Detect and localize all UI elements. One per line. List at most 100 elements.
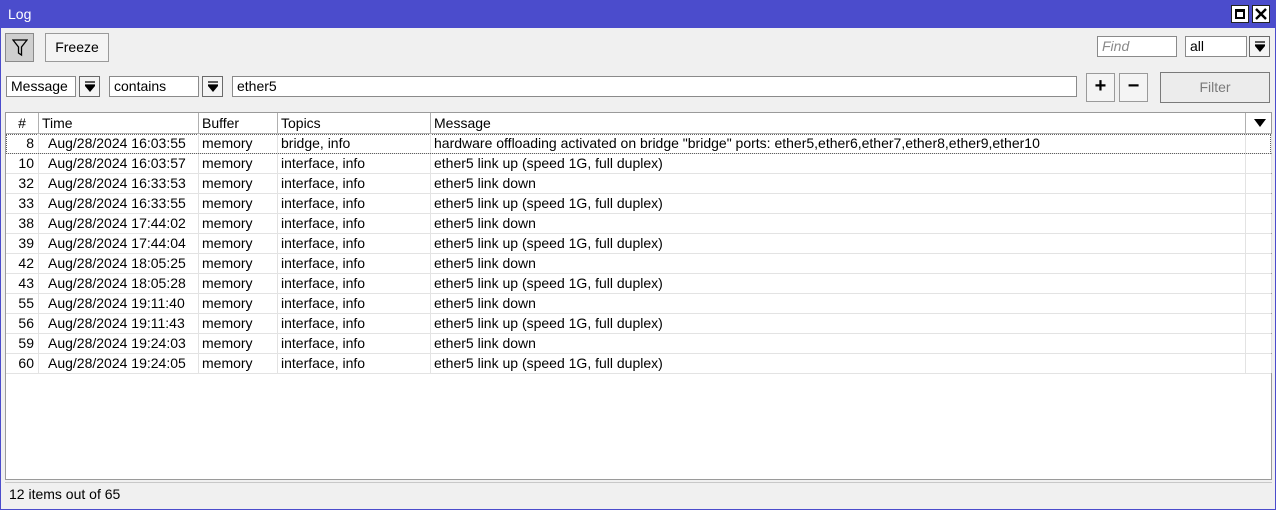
column-header-time[interactable]: Time — [39, 113, 199, 133]
item-count-status: 12 items out of 65 — [9, 486, 121, 502]
cell-spacer — [1246, 294, 1272, 313]
find-input[interactable]: Find — [1097, 36, 1177, 57]
cell-message: ether5 link up (speed 1G, full duplex) — [431, 194, 1246, 213]
cell-number: 43 — [6, 274, 39, 293]
cell-buffer: memory — [199, 134, 278, 153]
cell-topics: interface, info — [278, 234, 431, 253]
cell-buffer: memory — [199, 274, 278, 293]
table-body: 8 Aug/28/2024 16:03:55 memory bridge, info h… — [6, 134, 1272, 374]
column-header-message[interactable]: Message — [431, 113, 1246, 133]
table-row[interactable]: 39 Aug/28/2024 17:44:04 memory interface, i… — [6, 234, 1272, 254]
table-row[interactable]: 55 Aug/28/2024 19:11:40 memory interface, i… — [6, 294, 1272, 314]
table-row[interactable]: 33 Aug/28/2024 16:33:55 memory interface, i… — [6, 194, 1272, 214]
table-row[interactable]: 32 Aug/28/2024 16:33:53 memory interface, i… — [6, 174, 1272, 194]
cell-spacer — [1246, 334, 1272, 353]
filter-operator-select[interactable]: contains — [109, 76, 199, 97]
cell-message: ether5 link down — [431, 334, 1246, 353]
window-title: Log — [8, 6, 32, 22]
cell-message: ether5 link up (speed 1G, full duplex) — [431, 234, 1246, 253]
cell-spacer — [1246, 274, 1272, 293]
cell-spacer — [1246, 234, 1272, 253]
cell-time: Aug/28/2024 18:05:25 — [39, 254, 199, 273]
cell-buffer: memory — [199, 234, 278, 253]
cell-buffer: memory — [199, 194, 278, 213]
table-row[interactable]: 43 Aug/28/2024 18:05:28 memory interface, i… — [6, 274, 1272, 294]
cell-number: 38 — [6, 214, 39, 233]
cell-spacer — [1246, 194, 1272, 213]
cell-time: Aug/28/2024 19:11:43 — [39, 314, 199, 333]
remove-filter-button[interactable]: − — [1119, 73, 1148, 102]
add-filter-button[interactable]: + — [1086, 73, 1115, 102]
cell-message: ether5 link up (speed 1G, full duplex) — [431, 274, 1246, 293]
filter-toggle-button[interactable] — [5, 33, 34, 62]
cell-time: Aug/28/2024 19:24:05 — [39, 354, 199, 373]
table-row[interactable]: 8 Aug/28/2024 16:03:55 memory bridge, info h… — [6, 134, 1272, 154]
find-scope-dropdown-button[interactable] — [1249, 36, 1270, 57]
cell-spacer — [1246, 154, 1272, 173]
cell-message: hardware offloading activated on bridge … — [431, 134, 1246, 153]
cell-buffer: memory — [199, 294, 278, 313]
dropdown-arrow-icon — [85, 81, 95, 93]
dropdown-arrow-icon — [1255, 41, 1265, 53]
cell-time: Aug/28/2024 16:33:55 — [39, 194, 199, 213]
cell-topics: interface, info — [278, 334, 431, 353]
cell-number: 32 — [6, 174, 39, 193]
cell-time: Aug/28/2024 19:24:03 — [39, 334, 199, 353]
cell-buffer: memory — [199, 354, 278, 373]
cell-time: Aug/28/2024 16:33:53 — [39, 174, 199, 193]
table-row[interactable]: 59 Aug/28/2024 19:24:03 memory interface, i… — [6, 334, 1272, 354]
table-row[interactable]: 38 Aug/28/2024 17:44:02 memory interface, i… — [6, 214, 1272, 234]
cell-message: ether5 link up (speed 1G, full duplex) — [431, 314, 1246, 333]
table-header: # Time Buffer Topics Message — [6, 113, 1271, 134]
cell-buffer: memory — [199, 174, 278, 193]
cell-number: 39 — [6, 234, 39, 253]
table-row[interactable]: 42 Aug/28/2024 18:05:25 memory interface, i… — [6, 254, 1272, 274]
table-row[interactable]: 60 Aug/28/2024 19:24:05 memory interface, i… — [6, 354, 1272, 374]
cell-number: 8 — [6, 134, 39, 153]
cell-topics: interface, info — [278, 254, 431, 273]
cell-time: Aug/28/2024 17:44:02 — [39, 214, 199, 233]
title-bar[interactable]: Log — [1, 1, 1275, 28]
filter-value-input[interactable]: ether5 — [232, 76, 1077, 97]
cell-time: Aug/28/2024 19:11:40 — [39, 294, 199, 313]
apply-filter-button[interactable]: Filter — [1160, 72, 1270, 103]
cell-spacer — [1246, 214, 1272, 233]
cell-number: 42 — [6, 254, 39, 273]
dropdown-arrow-icon — [208, 81, 218, 93]
cell-number: 60 — [6, 354, 39, 373]
cell-message: ether5 link down — [431, 254, 1246, 273]
cell-topics: interface, info — [278, 354, 431, 373]
cell-topics: interface, info — [278, 154, 431, 173]
cell-time: Aug/28/2024 17:44:04 — [39, 234, 199, 253]
cell-topics: interface, info — [278, 314, 431, 333]
cell-buffer: memory — [199, 214, 278, 233]
cell-spacer — [1246, 174, 1272, 193]
cell-message: ether5 link down — [431, 214, 1246, 233]
table-row[interactable]: 10 Aug/28/2024 16:03:57 memory interface, i… — [6, 154, 1272, 174]
column-header-topics[interactable]: Topics — [278, 113, 431, 133]
filter-field-dropdown-button[interactable] — [79, 76, 100, 97]
freeze-button[interactable]: Freeze — [45, 33, 109, 62]
log-table[interactable]: # Time Buffer Topics Message 8 Aug/28/202… — [5, 112, 1272, 480]
cell-time: Aug/28/2024 16:03:55 — [39, 134, 199, 153]
cell-topics: interface, info — [278, 194, 431, 213]
filter-operator-dropdown-button[interactable] — [202, 76, 223, 97]
column-header-number[interactable]: # — [6, 113, 39, 133]
filter-bar: Message contains ether5 + − Filter — [1, 68, 1275, 106]
cell-message: ether5 link down — [431, 174, 1246, 193]
find-scope-select[interactable]: all — [1185, 36, 1247, 57]
cell-number: 10 — [6, 154, 39, 173]
table-row[interactable]: 56 Aug/28/2024 19:11:43 memory interface, i… — [6, 314, 1272, 334]
cell-topics: interface, info — [278, 274, 431, 293]
cell-topics: interface, info — [278, 294, 431, 313]
cell-time: Aug/28/2024 16:03:57 — [39, 154, 199, 173]
filter-field-select[interactable]: Message — [6, 76, 76, 97]
maximize-button[interactable] — [1231, 5, 1249, 23]
cell-spacer — [1246, 314, 1272, 333]
column-header-buffer[interactable]: Buffer — [199, 113, 278, 133]
cell-message: ether5 link up (speed 1G, full duplex) — [431, 354, 1246, 373]
cell-spacer — [1246, 134, 1272, 153]
funnel-icon — [12, 39, 28, 57]
close-button[interactable] — [1252, 5, 1270, 23]
column-chooser-button[interactable] — [1250, 114, 1270, 132]
